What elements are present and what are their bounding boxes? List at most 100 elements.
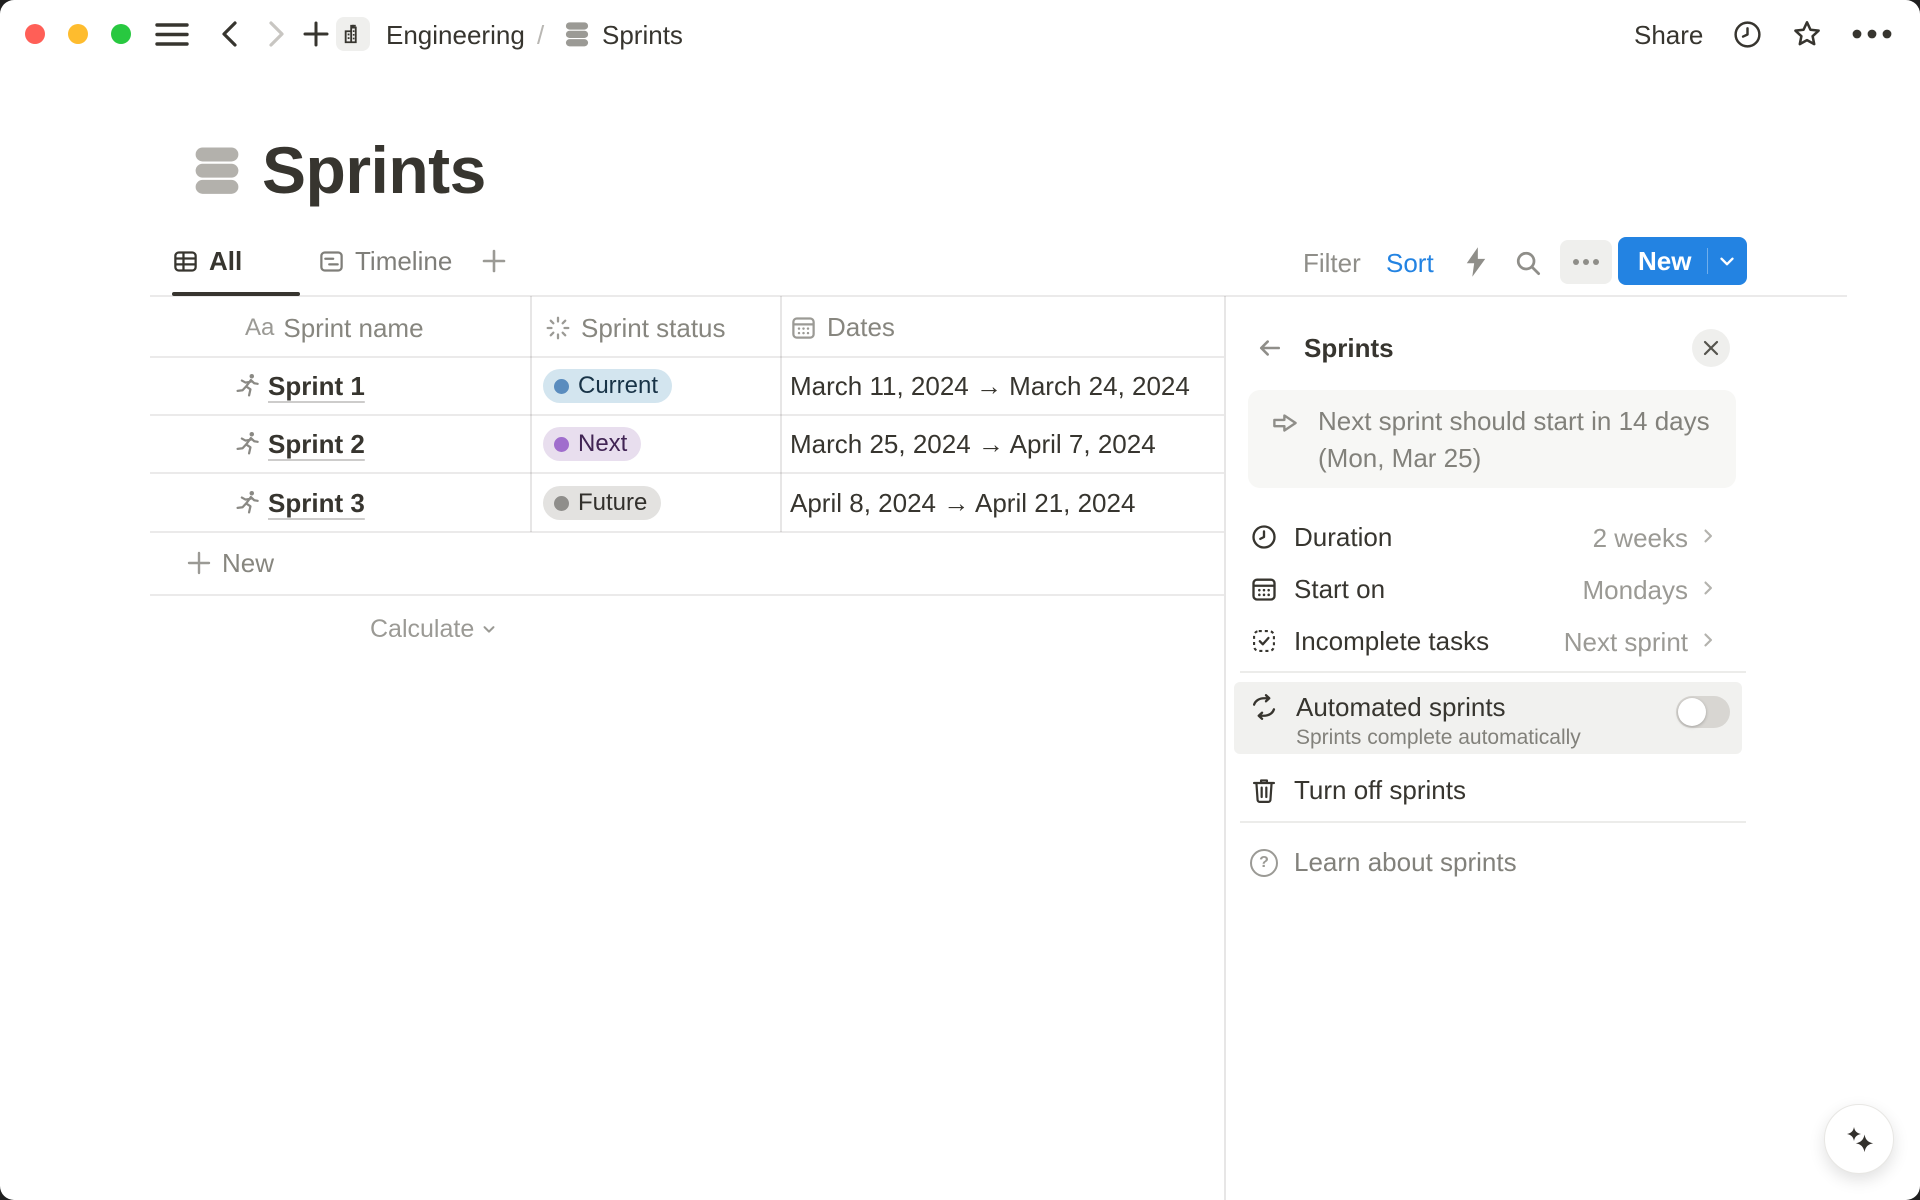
toolbar-divider [150,295,1847,297]
add-row-button[interactable]: New [150,532,1224,594]
traffic-minimize-button[interactable] [68,24,88,44]
calculate-label: Calculate [370,614,474,644]
turn-off-sprints-label: Turn off sprints [1294,775,1466,806]
sprint-page-link[interactable]: Sprint 2 [268,429,365,459]
setting-row-duration[interactable]: Duration 2 weeks [1240,511,1746,563]
status-badge[interactable]: Next [543,427,641,461]
search-icon[interactable] [1513,248,1543,278]
page-title-icon[interactable] [190,143,244,197]
sparkle-small [1847,1127,1861,1141]
breadcrumb-page[interactable]: Sprints [602,20,683,50]
panel-back-button[interactable] [1256,334,1284,362]
timeline-view-icon [318,248,345,275]
column-header-label: Dates [827,312,895,342]
status-label: Next [578,430,627,458]
status-label: Current [578,372,658,400]
table-row[interactable]: Sprint 3 Future April 8, 2024 → April 21… [150,473,1224,532]
ai-assistant-button[interactable] [1824,1104,1894,1174]
breadcrumb-workspace[interactable]: Engineering [386,20,525,50]
traffic-close-button[interactable] [25,24,45,44]
status-label: Future [578,489,647,517]
more-options-icon[interactable] [1851,28,1893,40]
nav-forward-icon[interactable] [263,19,289,49]
breadcrumb-divider: / [537,20,544,50]
setting-label: Incomplete tasks [1294,626,1489,657]
traffic-zoom-button[interactable] [111,24,131,44]
new-dropdown-chevron-icon[interactable] [1716,250,1738,272]
tab-timeline[interactable]: Timeline [318,246,452,276]
sparkle-large [1856,1135,1874,1153]
chevron-right-icon [1698,526,1718,546]
help-question-icon: ? [1250,849,1278,877]
runner-icon [234,372,261,399]
setting-value: Next sprint [1564,627,1688,658]
share-button[interactable]: Share [1634,20,1703,50]
table-row[interactable]: Sprint 2 Next March 25, 2024 → April 7, … [150,415,1224,473]
repeat-icon [1250,693,1278,721]
status-badge[interactable]: Future [543,486,661,520]
automated-sprints-row[interactable]: Automated sprints Sprints complete autom… [1234,682,1742,754]
column-header-dates[interactable]: Dates [790,312,895,342]
new-page-plus-icon[interactable] [302,20,330,48]
sprint-page-link[interactable]: Sprint 3 [268,488,365,518]
automated-sprints-toggle[interactable] [1676,696,1730,728]
add-view-button[interactable] [480,247,508,275]
calculate-button[interactable]: Calculate [370,614,498,644]
dates-cell[interactable]: March 25, 2024 → April 7, 2024 [790,429,1156,459]
nav-back-icon[interactable] [217,19,243,49]
workspace-icon[interactable] [336,17,370,51]
column-header-name[interactable]: Aa Sprint name [245,313,424,343]
setting-row-incomplete-tasks[interactable]: Incomplete tasks Next sprint [1240,615,1746,667]
setting-label: Start on [1294,574,1385,605]
page-title[interactable]: Sprints [262,133,486,207]
status-dot [554,437,569,452]
favorite-star-icon[interactable] [1791,18,1823,50]
tab-timeline-label: Timeline [355,246,452,276]
arrow-right-icon [1270,408,1300,438]
checkbox-icon [1250,627,1278,655]
panel-left-border[interactable] [1224,296,1226,1200]
setting-row-start-on[interactable]: Start on Mondays [1240,563,1746,615]
status-badge[interactable]: Current [543,369,672,403]
view-options-button[interactable] [1560,240,1612,284]
new-button-label: New [1618,246,1691,277]
panel-title: Sprints [1304,333,1394,363]
column-header-status[interactable]: Sprint status [545,313,726,343]
sprint-page-link[interactable]: Sprint 1 [268,371,365,401]
plus-icon [186,550,212,576]
notice-line1: Next sprint should start in 14 days [1318,403,1710,440]
column-header-label: Sprint status [581,313,726,343]
panel-divider-2 [1240,821,1746,823]
panel-divider-1 [1240,671,1746,673]
app-window: Engineering / Sprints Share Sprints All [0,0,1920,1200]
turn-off-sprints-button[interactable]: Turn off sprints [1240,764,1746,816]
runner-icon [234,430,261,457]
automated-sprints-label: Automated sprints [1296,692,1506,722]
breadcrumb-page-icon [563,20,591,48]
dates-cell[interactable]: April 8, 2024 → April 21, 2024 [790,488,1135,518]
toggle-knob [1678,698,1706,726]
sidebar-menu-icon[interactable] [155,22,189,47]
new-button-divider [1707,248,1708,274]
status-spinner-icon [545,315,571,341]
setting-label: Duration [1294,522,1392,553]
learn-about-sprints-label: Learn about sprints [1294,847,1517,878]
status-dot [554,496,569,511]
topbar: Engineering / Sprints Share [0,0,1920,68]
new-button[interactable]: New [1618,237,1747,285]
dates-cell[interactable]: March 11, 2024 → March 24, 2024 [790,371,1190,401]
table-bottom-divider [150,594,1224,596]
tab-all[interactable]: All [172,246,242,276]
sort-button[interactable]: Sort [1386,248,1434,278]
calendar-icon [1250,575,1278,603]
table-row[interactable]: Sprint 1 Current March 11, 2024 → March … [150,357,1224,415]
table-view-icon [172,248,199,275]
automations-lightning-icon[interactable] [1461,246,1491,278]
panel-close-button[interactable] [1692,329,1730,367]
learn-about-sprints-link[interactable]: ? Learn about sprints [1240,836,1746,888]
next-sprint-notice: Next sprint should start in 14 days (Mon… [1248,390,1736,488]
chevron-down-icon [480,620,498,638]
updates-clock-icon[interactable] [1732,19,1763,50]
filter-button[interactable]: Filter [1303,248,1361,278]
trash-icon [1250,776,1278,804]
